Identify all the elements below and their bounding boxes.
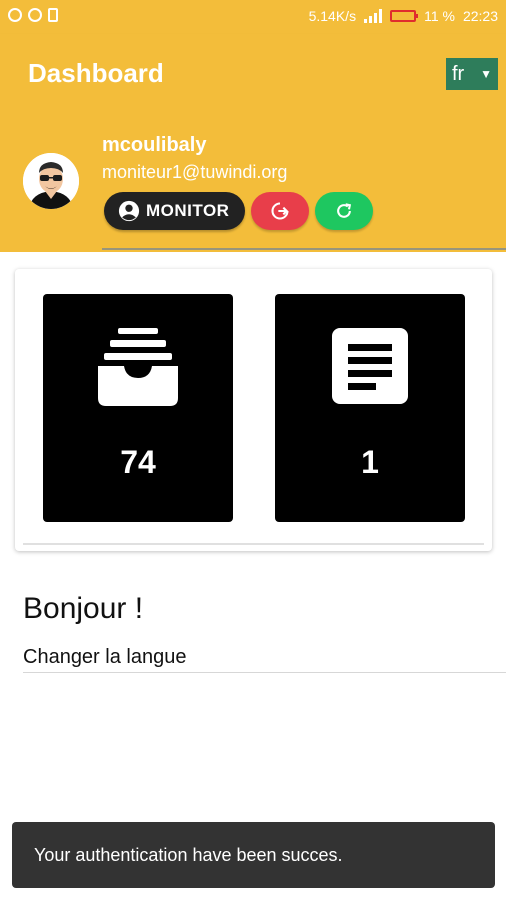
monitor-role-label: MONITOR [146, 201, 230, 220]
refresh-icon [337, 203, 352, 218]
inbox-count: 74 [120, 444, 156, 480]
battery-percent: 11 % [424, 8, 455, 24]
language-select-value: fr [452, 62, 465, 85]
profile-header: mcoulibaly moniteur1@tuwindi.org MONITOR [0, 114, 506, 252]
chevron-down-icon: ▼ [480, 67, 492, 81]
account-circle-icon [118, 200, 140, 222]
stats-card: 74 1 [15, 269, 492, 551]
whatsapp-icon [28, 8, 42, 22]
network-speed: 5.14K/s [308, 8, 357, 24]
change-language-link[interactable]: Changer la langue [23, 646, 186, 669]
snackbar-message: Your authentication have been succes. [34, 844, 343, 865]
documents-tile[interactable]: 1 [275, 294, 465, 522]
language-select[interactable]: fr ▼ [446, 58, 498, 90]
avatar [23, 153, 79, 209]
signal-icon [364, 9, 383, 23]
inbox-archive-icon [96, 328, 180, 411]
status-icons-right: 5.14K/s 11 % 22:23 [309, 8, 498, 24]
username: mcoulibaly [102, 134, 207, 156]
battery-icon [390, 10, 419, 22]
document-icon [332, 328, 408, 409]
status-bar: 5.14K/s 11 % 22:23 [0, 0, 506, 34]
change-language-underline [23, 672, 506, 673]
logout-icon [271, 202, 290, 220]
snackbar: Your authentication have been succes. [12, 822, 495, 888]
profile-divider [102, 248, 506, 250]
user-email: moniteur1@tuwindi.org [102, 162, 288, 182]
logout-button[interactable] [251, 192, 310, 230]
card-divider [23, 543, 484, 545]
inbox-tile[interactable]: 74 [43, 294, 233, 522]
app-bar: Dashboard fr ▼ [0, 34, 506, 114]
avatar-illustration [23, 153, 79, 209]
page-title: Dashboard [28, 58, 164, 88]
monitor-role-button[interactable]: MONITOR [104, 192, 246, 230]
clock: 22:23 [462, 8, 498, 24]
documents-count: 1 [361, 444, 379, 480]
greeting-text: Bonjour ! [23, 592, 144, 625]
refresh-button[interactable] [315, 192, 374, 230]
profile-actions: MONITOR [104, 192, 374, 230]
notification-icon [8, 8, 22, 22]
status-icons-left [8, 8, 58, 22]
sim-icon [48, 8, 58, 22]
